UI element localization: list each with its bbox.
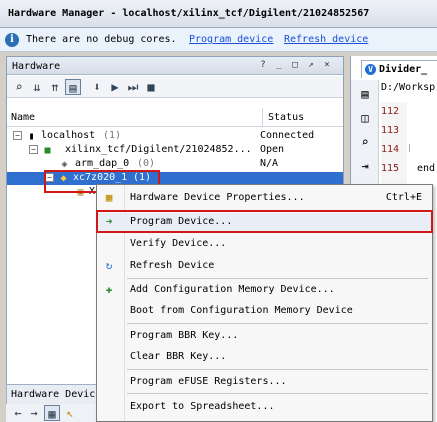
window-title: Hardware Manager - localhost/xilinx_tcf/… <box>8 8 370 19</box>
menu-item-label: Program eFUSE Registers... <box>130 376 287 387</box>
line-number: 113 <box>381 125 400 136</box>
close-icon[interactable]: × <box>321 60 333 71</box>
menu-item-label: Add Configuration Memory Device... <box>130 284 335 295</box>
tree-row-name: localhost <box>41 130 96 141</box>
info-message: There are no debug cores. <box>26 34 177 45</box>
code-line: end <box>417 163 436 174</box>
menu-item-clear-bbr-key[interactable]: Clear BBR Key... <box>97 348 432 366</box>
line-number: 114 <box>381 144 400 155</box>
line-number: 115 <box>381 163 400 174</box>
float-icon[interactable]: ↗ <box>305 60 317 71</box>
tree-row-status: Open <box>260 144 285 155</box>
menu-item-program-efuse[interactable]: Program eFUSE Registers... <box>97 373 432 391</box>
menu-item-hardware-device-properties[interactable]: ▦ Hardware Device Properties... Ctrl+E <box>97 189 432 207</box>
help-icon[interactable]: ? <box>257 60 269 71</box>
window-titlebar: Hardware Manager - localhost/xilinx_tcf/… <box>0 0 437 28</box>
hardware-device-tab[interactable]: Hardware Devic <box>6 384 102 404</box>
tree-row-target[interactable]: − ■ xilinx_tcf/Digilent/21024852... Open <box>7 144 343 157</box>
menu-item-add-configuration-memory[interactable]: ✚ Add Configuration Memory Device... <box>97 281 432 299</box>
menu-item-shortcut: Ctrl+E <box>385 192 422 203</box>
menu-separator <box>127 278 428 279</box>
maximize-icon[interactable]: □ <box>289 60 301 71</box>
hardware-panel-title: Hardware <box>12 61 61 72</box>
tree-row-name: xilinx_tcf/Digilent/21024852... <box>65 144 252 155</box>
chip-icon: ◈ <box>61 159 68 170</box>
hardware-panel-header: Hardware ? _ □ ↗ × <box>7 57 343 75</box>
tree-row-count: (0) <box>137 158 156 169</box>
menu-item-boot-from-config-memory[interactable]: Boot from Configuration Memory Device <box>97 302 432 320</box>
info-icon: i <box>5 33 19 47</box>
stop-icon[interactable]: ■ <box>143 79 159 95</box>
verilog-file-icon: V <box>365 64 376 75</box>
menu-item-label: Verify Device... <box>130 238 227 249</box>
device-properties-icon[interactable]: ▦ <box>44 405 60 421</box>
bottom-toolbar: ← → ▦ ↖ <box>6 404 106 422</box>
menu-item-label: Program BBR Key... <box>130 330 239 341</box>
menu-item-label: Boot from Configuration Memory Device <box>130 305 353 316</box>
properties-view-icon[interactable]: ▤ <box>65 79 81 95</box>
menu-separator <box>127 323 428 324</box>
debug-info-bar: i There are no debug cores. Program devi… <box>0 28 437 52</box>
menu-item-export-spreadsheet[interactable]: Export to Spreadsheet... <box>97 398 432 416</box>
tree-row-name: arm_dap_0 <box>75 158 130 169</box>
menu-item-label: Hardware Device Properties... <box>130 192 305 203</box>
download-icon[interactable]: ⬇ <box>89 79 105 95</box>
editor-tab-label: Divider_ <box>379 64 428 75</box>
doc-icon[interactable]: ▤ <box>357 86 373 102</box>
tree-row-status: N/A <box>260 158 279 169</box>
goto-icon[interactable]: ⇥ <box>357 158 373 174</box>
name-column-header[interactable]: Name <box>11 112 35 123</box>
menu-separator <box>127 393 428 394</box>
add-memory-icon: ✚ <box>105 283 113 296</box>
fold-marker[interactable] <box>409 144 415 152</box>
editor-file-path: D:/Worksp <box>381 82 436 93</box>
hardware-device-tab-label: Hardware Devic <box>11 389 96 400</box>
save-icon[interactable]: ◫ <box>357 110 373 126</box>
refresh-icon: ↻ <box>105 259 113 272</box>
forward-icon[interactable]: → <box>26 405 42 421</box>
collapse-icon[interactable]: − <box>29 145 38 154</box>
refresh-device-link[interactable]: Refresh device <box>284 34 368 45</box>
target-icon: ■ <box>44 145 51 156</box>
tree-row-status: Connected <box>260 130 315 141</box>
line-number: 112 <box>381 106 400 117</box>
expand-all-icon[interactable]: ⇈ <box>47 79 63 95</box>
back-icon[interactable]: ← <box>10 405 26 421</box>
run-immediate-icon[interactable]: ⏭ <box>125 79 141 95</box>
collapse-icon[interactable]: − <box>13 131 22 140</box>
menu-item-program-bbr-key[interactable]: Program BBR Key... <box>97 327 432 345</box>
editor-tab[interactable]: V Divider_ <box>361 60 437 78</box>
pointer-icon[interactable]: ↖ <box>62 405 78 421</box>
program-device-highlight-box <box>96 210 433 233</box>
properties-icon: ▦ <box>105 191 113 204</box>
tree-row-localhost[interactable]: − ▮ localhost (1) Connected <box>7 130 343 143</box>
menu-item-refresh-device[interactable]: ↻ Refresh Device <box>97 257 432 275</box>
menu-separator <box>127 369 428 370</box>
tree-column-header: Name Status <box>7 107 343 127</box>
status-column-header[interactable]: Status <box>262 108 304 126</box>
menu-item-label: Refresh Device <box>130 260 215 271</box>
menu-item-label: Export to Spreadsheet... <box>130 401 275 412</box>
server-icon: ▮ <box>28 131 35 142</box>
hardware-toolbar: ⌕ ⇊ ⇈ ▤ ⬇ ▶ ⏭ ■ <box>7 76 343 98</box>
run-trigger-icon[interactable]: ▶ <box>107 79 123 95</box>
menu-item-verify-device[interactable]: Verify Device... <box>97 235 432 253</box>
collapse-all-icon[interactable]: ⇊ <box>29 79 45 95</box>
find-icon[interactable]: ⌕ <box>357 134 373 150</box>
tree-row-count: (1) <box>103 130 122 141</box>
minimize-icon[interactable]: _ <box>273 60 285 71</box>
search-icon[interactable]: ⌕ <box>11 79 27 95</box>
menu-item-label: Clear BBR Key... <box>130 351 227 362</box>
program-device-link[interactable]: Program device <box>189 34 273 45</box>
